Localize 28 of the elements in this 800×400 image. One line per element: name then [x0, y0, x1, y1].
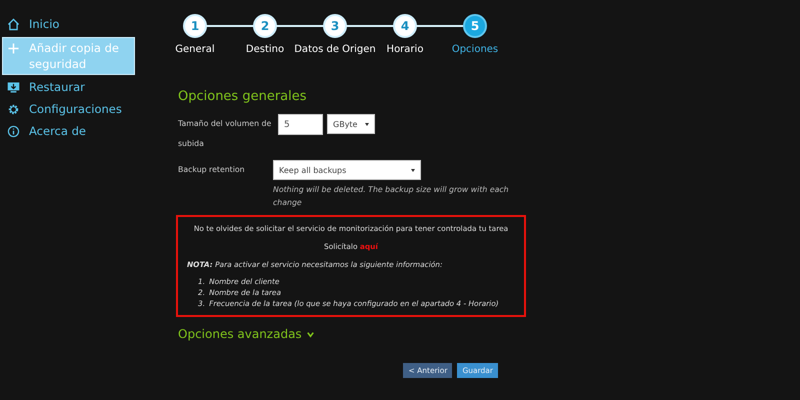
info-icon [7, 125, 20, 138]
step-circle[interactable]: 1 [183, 14, 207, 38]
step-label[interactable]: Opciones [452, 44, 498, 55]
size-input[interactable]: 5 [278, 114, 323, 135]
step-label[interactable]: Horario [386, 44, 424, 55]
connector-line [416, 25, 464, 27]
sidebar-item[interactable]: Configuraciones [0, 100, 135, 119]
step-circle[interactable]: 4 [393, 14, 417, 38]
connector-line [206, 25, 254, 27]
sidebar-item[interactable]: Inicio [0, 15, 135, 34]
sidebar-item[interactable]: Acerca de [0, 122, 135, 141]
plus-icon [7, 42, 20, 55]
chevron-icon[interactable] [306, 330, 315, 338]
section-title: Opciones generales [178, 89, 308, 104]
unit-select[interactable]: GByte [327, 114, 375, 134]
step-circle[interactable]: 3 [323, 14, 347, 38]
step-label[interactable]: Datos de Origen [294, 44, 376, 55]
connector-line [346, 25, 394, 27]
retention-select[interactable]: Keep all backups [273, 160, 421, 180]
gear-icon [7, 103, 20, 116]
monitor-download-icon [7, 81, 20, 94]
sidebar-item[interactable]: Restaurar [0, 78, 135, 97]
section-toggle[interactable]: Opciones avanzadas [178, 327, 302, 341]
home-icon [7, 18, 20, 31]
connector-line [276, 25, 324, 27]
step-label[interactable]: Destino [246, 44, 284, 55]
step-label[interactable]: General [175, 44, 215, 55]
step-circle[interactable]: 2 [253, 14, 277, 38]
